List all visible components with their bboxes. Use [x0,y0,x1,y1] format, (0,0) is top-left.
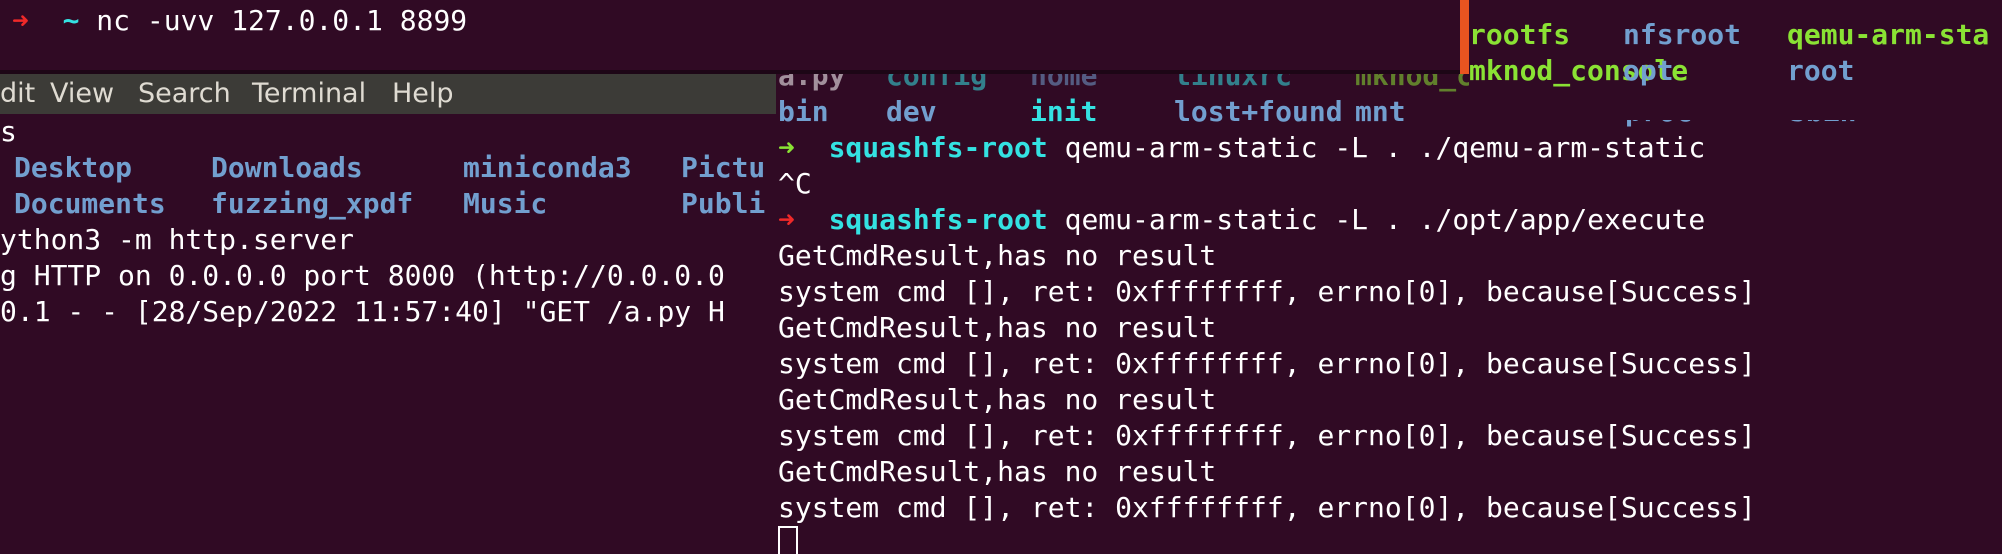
ls-row: mknod_console opt root [1469,53,2002,89]
prompt-dir: squashfs-root [828,203,1048,236]
ls-entry: Pictu [681,151,766,184]
output-line: GetCmdResult,has no result [778,239,1217,272]
left-terminal-window[interactable]: dit View Search Terminal Help s Desktop … [0,74,776,554]
ls-entry: Desktop [14,151,133,184]
ls-entry: init [1030,95,1098,128]
terminal-cursor[interactable] [778,526,798,554]
prompt-arrow-icon: ➜ [778,131,795,164]
command-text: qemu-arm-static -L . ./qemu-arm-static [1064,131,1706,164]
cursor-line [778,526,1756,554]
top-terminal-window[interactable]: ➜ ~ nc -uvv 127.0.0.1 8899 [0,0,1462,74]
output-line: GetCmdResult,has no result [778,311,1217,344]
output-line: GetCmdResult,has no result [778,455,1217,488]
output-line: system cmd [], ret: 0xffffffff, errno[0]… [778,275,1756,308]
menu-search[interactable]: Search [138,74,231,114]
window-shadow [0,70,1462,74]
output-line: g HTTP on 0.0.0.0 port 8000 (http://0.0.… [0,259,725,292]
output-line: system cmd [], ret: 0xffffffff, errno[0]… [778,419,1756,452]
prompt-line: ➜ ~ nc -uvv 127.0.0.1 8899 [12,3,467,39]
ls-entry: lost+found [1174,95,1343,128]
ls-entry: nfsroot [1623,18,1742,51]
ls-entry: miniconda3 [463,151,632,184]
prompt-line: ➜ squashfs-root qemu-arm-static -L . ./o… [778,202,1756,238]
ls-entry: root [1787,54,1855,87]
menu-view[interactable]: View [50,74,114,114]
ls-entry: Downloads [211,151,363,184]
output-line: GetCmdResult,has no result [778,383,1217,416]
ls-row: Documents fuzzing_xpdf Music Publi [0,186,776,222]
right-terminal-content: a.py config home linuxrc mknod_console o… [778,58,1856,554]
output-line: s [0,115,17,148]
ls-entry: bin [778,95,829,128]
output-line: system cmd [], ret: 0xffffffff, errno[0]… [778,347,1756,380]
prompt-arrow-icon: ➜ [12,4,29,37]
top-right-listing: rootfs nfsroot qemu-arm-sta mknod_consol… [1469,0,2002,120]
output-line: 0.1 - - [28/Sep/2022 11:57:40] "GET /a.p… [0,295,725,328]
prompt-line: ➜ squashfs-root qemu-arm-static -L . ./q… [778,130,1756,166]
output-line: ython3 -m http.server [0,223,355,256]
prompt-dir: squashfs-root [828,131,1048,164]
menu-terminal[interactable]: Terminal [252,74,366,114]
ls-entry: dev [886,95,937,128]
prompt-dir: ~ [62,4,80,37]
ls-entry: opt [1623,54,1674,87]
output-line: system cmd [], ret: 0xffffffff, errno[0]… [778,491,1756,524]
menu-help[interactable]: Help [392,74,454,114]
scrollbar-thumb[interactable] [1460,0,1469,74]
command-text: qemu-arm-static -L . ./opt/app/execute [1064,203,1706,236]
ls-row: rootfs nfsroot qemu-arm-sta [1469,17,2002,53]
ls-entry: Publi [681,187,766,220]
menu-edit[interactable]: dit [0,74,35,114]
ls-entry: Music [463,187,548,220]
prompt-arrow-icon: ➜ [778,203,795,236]
ls-entry: rootfs [1469,18,1571,51]
ls-entry: Documents [14,187,166,220]
right-terminal-window[interactable]: a.py config home linuxrc mknod_console o… [776,58,2002,554]
ls-entry: fuzzing_xpdf [211,187,414,220]
left-terminal-content: s Desktop Downloads miniconda3 Pictu Doc… [0,114,776,330]
ls-entry: qemu-arm-sta [1787,18,1990,51]
ls-row: Desktop Downloads miniconda3 Pictu [0,150,776,186]
ls-entry: mnt [1355,95,1406,128]
command-text: nc -uvv 127.0.0.1 8899 [96,4,468,37]
terminal-menubar: dit View Search Terminal Help [0,74,776,114]
output-line: ^C [778,167,812,200]
